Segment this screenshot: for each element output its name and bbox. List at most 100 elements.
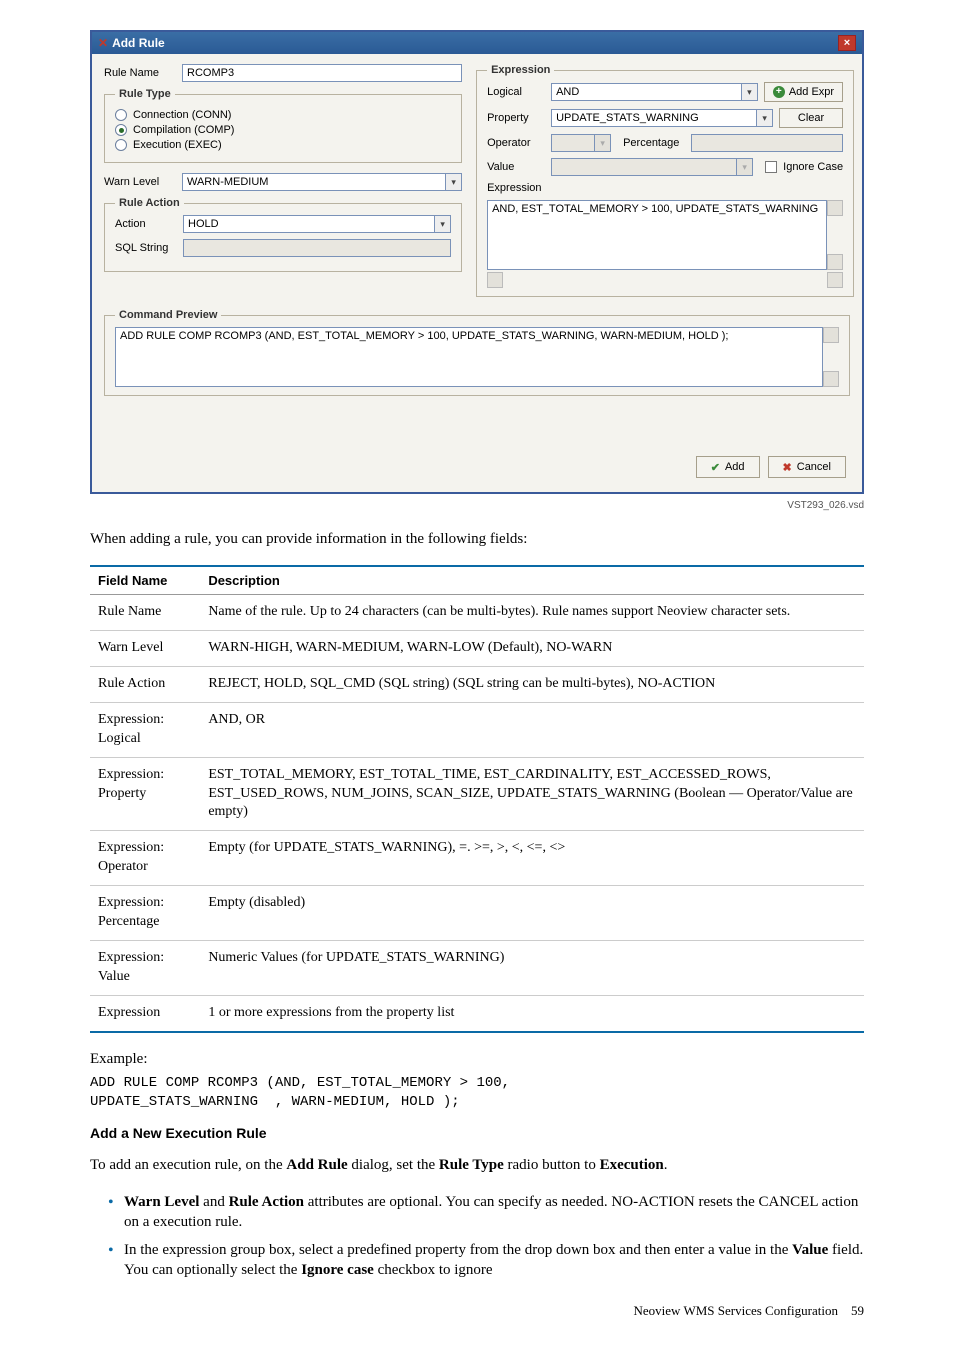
list-item: Warn Level and Rule Action attributes ar… bbox=[108, 1192, 864, 1233]
operator-label: Operator bbox=[487, 137, 545, 149]
rule-name-label: Rule Name bbox=[104, 67, 172, 79]
table-cell: REJECT, HOLD, SQL_CMD (SQL string) (SQL … bbox=[200, 667, 864, 703]
table-cell: Numeric Values (for UPDATE_STATS_WARNING… bbox=[200, 940, 864, 995]
table-row: Expression: PercentageEmpty (disabled) bbox=[90, 886, 864, 941]
chevron-down-icon[interactable]: ▾ bbox=[742, 83, 758, 101]
operator-select bbox=[551, 134, 595, 152]
section-heading: Add a New Execution Rule bbox=[90, 1125, 864, 1141]
chevron-down-icon[interactable]: ▾ bbox=[435, 215, 451, 233]
action-select[interactable]: HOLD bbox=[183, 215, 435, 233]
table-cell: Empty (for UPDATE_STATS_WARNING), =. >=,… bbox=[200, 831, 864, 886]
expression-textarea[interactable]: AND, EST_TOTAL_MEMORY > 100, UPDATE_STAT… bbox=[487, 200, 827, 270]
sql-string-input bbox=[183, 239, 451, 257]
table-cell: Expression bbox=[90, 995, 200, 1031]
scroll-up-icon[interactable] bbox=[823, 327, 839, 343]
value-label: Value bbox=[487, 161, 545, 173]
table-row: Rule NameName of the rule. Up to 24 char… bbox=[90, 595, 864, 631]
ignore-case-checkbox[interactable] bbox=[765, 161, 777, 173]
radio-icon bbox=[115, 109, 127, 121]
percentage-input bbox=[691, 134, 843, 152]
titlebar: ✕ Add Rule × bbox=[92, 32, 862, 54]
section-paragraph: To add an execution rule, on the Add Rul… bbox=[90, 1155, 864, 1175]
command-preview-text: ADD RULE COMP RCOMP3 (AND, EST_TOTAL_MEM… bbox=[115, 327, 823, 387]
chevron-down-icon: ▾ bbox=[595, 134, 611, 152]
table-cell: Expression: Value bbox=[90, 940, 200, 995]
radio-icon bbox=[115, 139, 127, 151]
table-cell: Warn Level bbox=[90, 631, 200, 667]
scroll-right-icon[interactable] bbox=[827, 272, 843, 288]
table-cell: Empty (disabled) bbox=[200, 886, 864, 941]
radio-connection[interactable]: Connection (CONN) bbox=[115, 109, 451, 121]
table-header: Field Name bbox=[90, 566, 200, 595]
expression-legend: Expression bbox=[487, 64, 554, 76]
table-cell: Expression: Operator bbox=[90, 831, 200, 886]
rule-action-fieldset: Rule Action Action HOLD ▾ SQL String bbox=[104, 197, 462, 272]
table-cell: Rule Action bbox=[90, 667, 200, 703]
rule-type-fieldset: Rule Type Connection (CONN) Compilation … bbox=[104, 88, 462, 163]
table-cell: Expression: Logical bbox=[90, 702, 200, 757]
action-label: Action bbox=[115, 218, 173, 230]
example-code: ADD RULE COMP RCOMP3 (AND, EST_TOTAL_MEM… bbox=[90, 1074, 864, 1112]
rule-action-legend: Rule Action bbox=[115, 197, 184, 209]
ignore-case-label: Ignore Case bbox=[783, 161, 843, 173]
rule-type-legend: Rule Type bbox=[115, 88, 175, 100]
table-row: Expression: PropertyEST_TOTAL_MEMORY, ES… bbox=[90, 757, 864, 831]
table-cell: Rule Name bbox=[90, 595, 200, 631]
radio-compilation[interactable]: Compilation (COMP) bbox=[115, 124, 451, 136]
add-expr-button[interactable]: + Add Expr bbox=[764, 82, 843, 102]
radio-icon bbox=[115, 124, 127, 136]
scroll-down-icon[interactable] bbox=[827, 254, 843, 270]
value-select bbox=[551, 158, 737, 176]
table-cell: Name of the rule. Up to 24 characters (c… bbox=[200, 595, 864, 631]
fields-table: Field Name Description Rule NameName of … bbox=[90, 565, 864, 1032]
visd-label: VST293_026.vsd bbox=[90, 500, 864, 511]
scroll-left-icon[interactable] bbox=[487, 272, 503, 288]
intro-text: When adding a rule, you can provide info… bbox=[90, 529, 864, 549]
table-cell: EST_TOTAL_MEMORY, EST_TOTAL_TIME, EST_CA… bbox=[200, 757, 864, 831]
table-cell: WARN-HIGH, WARN-MEDIUM, WARN-LOW (Defaul… bbox=[200, 631, 864, 667]
property-select[interactable]: UPDATE_STATS_WARNING bbox=[551, 109, 757, 127]
scroll-up-icon[interactable] bbox=[827, 200, 843, 216]
chevron-down-icon[interactable]: ▾ bbox=[757, 109, 773, 127]
command-preview-legend: Command Preview bbox=[115, 309, 221, 321]
add-button[interactable]: ✔ Add bbox=[696, 456, 760, 478]
table-cell: 1 or more expressions from the property … bbox=[200, 995, 864, 1031]
percentage-label: Percentage bbox=[623, 137, 685, 149]
add-rule-dialog: ✕ Add Rule × Rule Name Rule Type Connect… bbox=[90, 30, 864, 494]
close-icon[interactable]: × bbox=[838, 35, 856, 51]
plus-icon: + bbox=[773, 86, 785, 98]
table-row: Expression: OperatorEmpty (for UPDATE_ST… bbox=[90, 831, 864, 886]
table-row: Rule ActionREJECT, HOLD, SQL_CMD (SQL st… bbox=[90, 667, 864, 703]
command-preview-fieldset: Command Preview ADD RULE COMP RCOMP3 (AN… bbox=[104, 309, 850, 396]
page-footer: Neoview WMS Services Configuration 59 bbox=[90, 1303, 864, 1319]
chevron-down-icon: ▾ bbox=[737, 158, 753, 176]
table-cell: Expression: Property bbox=[90, 757, 200, 831]
logical-label: Logical bbox=[487, 86, 545, 98]
cancel-button[interactable]: ✖ Cancel bbox=[768, 456, 846, 478]
example-label: Example: bbox=[90, 1051, 864, 1068]
table-header: Description bbox=[200, 566, 864, 595]
chevron-down-icon[interactable]: ▾ bbox=[446, 173, 462, 191]
radio-execution[interactable]: Execution (EXEC) bbox=[115, 139, 451, 151]
table-row: Expression1 or more expressions from the… bbox=[90, 995, 864, 1031]
title-text: ✕ Add Rule bbox=[98, 36, 165, 50]
table-row: Warn LevelWARN-HIGH, WARN-MEDIUM, WARN-L… bbox=[90, 631, 864, 667]
warn-level-select[interactable]: WARN-MEDIUM bbox=[182, 173, 446, 191]
table-cell: Expression: Percentage bbox=[90, 886, 200, 941]
logical-select[interactable]: AND bbox=[551, 83, 742, 101]
x-icon: ✖ bbox=[783, 461, 792, 474]
bullet-list: Warn Level and Rule Action attributes ar… bbox=[90, 1192, 864, 1281]
rule-name-input[interactable] bbox=[182, 64, 462, 82]
expression-box-label: Expression bbox=[487, 182, 545, 194]
expression-fieldset: Expression Logical AND ▾ + Add Expr bbox=[476, 64, 854, 297]
app-icon: ✕ bbox=[98, 36, 108, 50]
clear-button[interactable]: Clear bbox=[779, 108, 843, 128]
table-row: Expression: ValueNumeric Values (for UPD… bbox=[90, 940, 864, 995]
table-row: Expression: LogicalAND, OR bbox=[90, 702, 864, 757]
check-icon: ✔ bbox=[711, 461, 720, 474]
table-cell: AND, OR bbox=[200, 702, 864, 757]
list-item: In the expression group box, select a pr… bbox=[108, 1240, 864, 1281]
scroll-down-icon[interactable] bbox=[823, 371, 839, 387]
sql-string-label: SQL String bbox=[115, 242, 173, 254]
warn-level-label: Warn Level bbox=[104, 176, 172, 188]
